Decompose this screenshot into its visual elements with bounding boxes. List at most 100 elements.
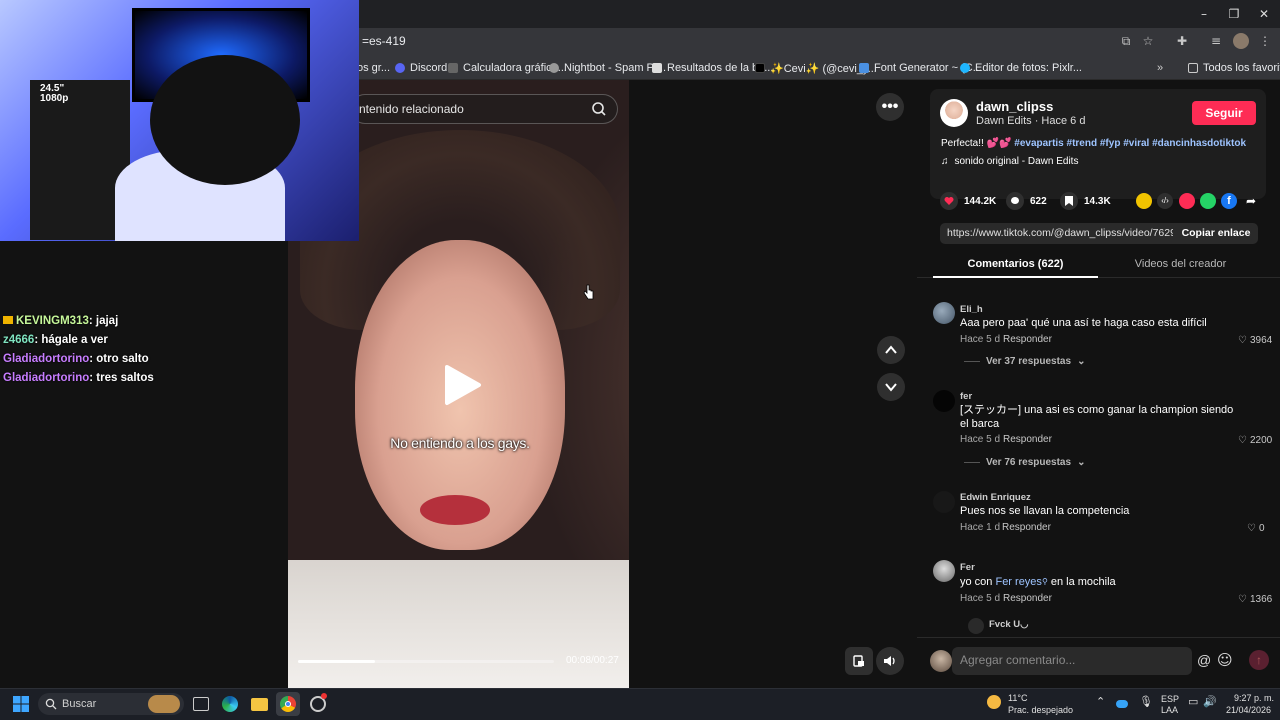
- heart-outline-icon[interactable]: ♡: [1238, 594, 1247, 605]
- embed-icon[interactable]: ‹/›: [1157, 193, 1173, 209]
- task-view-icon[interactable]: [193, 697, 209, 711]
- mention-icon[interactable]: @: [1197, 652, 1211, 668]
- play-icon[interactable]: [441, 364, 483, 406]
- address-bar-url[interactable]: =es-419: [362, 34, 406, 48]
- taskbar-search[interactable]: Buscar: [38, 693, 184, 715]
- share-arrow-icon[interactable]: ➦: [1243, 193, 1259, 209]
- comment-like[interactable]: ♡ 2200: [1238, 435, 1272, 446]
- bookmark-item[interactable]: os gr...: [357, 60, 390, 76]
- ellipsis-icon: •••: [881, 98, 899, 115]
- language-code[interactable]: ESP: [1161, 694, 1179, 705]
- tab-comments[interactable]: Comentarios (622): [933, 258, 1098, 278]
- file-explorer-icon[interactable]: [251, 698, 268, 711]
- whatsapp-icon[interactable]: [1200, 193, 1216, 209]
- view-replies-button[interactable]: Ver 37 respuestas ⌄: [964, 356, 1085, 367]
- comment-avatar[interactable]: [933, 491, 955, 513]
- chat-username: Gladiadortorino: [3, 353, 90, 365]
- floating-player-button[interactable]: [845, 647, 873, 675]
- more-options-button[interactable]: •••: [876, 93, 904, 121]
- edge-icon[interactable]: [222, 696, 238, 712]
- comment-icon[interactable]: [1006, 192, 1024, 210]
- search-icon[interactable]: [591, 101, 607, 117]
- bookmark-item[interactable]: Editor de fotos: Pixlr...: [960, 60, 1082, 76]
- minimize-button[interactable]: –: [1196, 6, 1212, 22]
- video-link-url[interactable]: https://www.tiktok.com/@dawn_clipss/vide…: [947, 227, 1173, 239]
- send-to-friends-icon[interactable]: [1179, 193, 1195, 209]
- related-search-box[interactable]: ntenido relacionado: [350, 94, 618, 124]
- author-avatar[interactable]: [940, 99, 968, 127]
- network-icon[interactable]: ▭: [1188, 697, 1198, 708]
- bookmark-item[interactable]: Nightbot - Spam Pr...: [549, 60, 666, 76]
- comment-stat[interactable]: 622: [1006, 192, 1047, 210]
- mention-link[interactable]: Fer reyes: [995, 576, 1041, 588]
- bookmark-star-icon[interactable]: ☆: [1140, 33, 1156, 49]
- copy-link-button[interactable]: Copiar enlace: [1174, 223, 1258, 244]
- tab-creator-videos[interactable]: Videos del creador: [1098, 258, 1263, 278]
- weather-temp[interactable]: 11°C: [1008, 693, 1027, 704]
- maximize-button[interactable]: ❐: [1226, 6, 1242, 22]
- speaker-icon[interactable]: 🔊: [1203, 697, 1217, 708]
- nightbot-icon: [549, 63, 559, 73]
- onedrive-icon[interactable]: [1116, 700, 1128, 708]
- chrome-taskbar-button[interactable]: [276, 692, 300, 716]
- bookmark-icon[interactable]: [1060, 192, 1078, 210]
- keyboard-layout[interactable]: LAA: [1161, 705, 1178, 716]
- like-stat[interactable]: 144.2K: [940, 192, 996, 210]
- crown-badge-icon: [3, 316, 13, 324]
- chat-message: z4666: hágale a ver: [0, 331, 285, 350]
- reply-username[interactable]: Fvck U◡: [989, 619, 1028, 630]
- heart-icon[interactable]: [940, 192, 958, 210]
- bookmark-item-discord[interactable]: Discord: [395, 60, 447, 76]
- sound-link[interactable]: ♫ sonido original - Dawn Edits: [941, 156, 1078, 167]
- heart-outline-icon[interactable]: ♡: [1247, 523, 1256, 534]
- description-text: Perfecta!! 💕💕: [941, 138, 1015, 149]
- previous-video-button[interactable]: [877, 336, 905, 364]
- save-stat[interactable]: 14.3K: [1060, 192, 1111, 210]
- send-comment-button[interactable]: ↑: [1249, 650, 1269, 670]
- hashtag-links[interactable]: #evapartis #trend #fyp #viral #dancinhas…: [1014, 138, 1246, 149]
- next-video-button[interactable]: [877, 373, 905, 401]
- comment-text: [ステッカー] una asi es como ganar la champio…: [960, 404, 1234, 430]
- windows-start-icon[interactable]: [13, 696, 29, 712]
- comment-username[interactable]: fer: [960, 391, 972, 402]
- comment-username[interactable]: Edwin Enriquez: [960, 492, 1031, 503]
- weather-desc[interactable]: Prac. despejado: [1008, 705, 1073, 716]
- comment-avatar[interactable]: [933, 560, 955, 582]
- more-bookmarks-icon[interactable]: »: [1157, 60, 1163, 76]
- follow-button[interactable]: Seguir: [1192, 101, 1256, 125]
- repost-icon[interactable]: [1136, 193, 1152, 209]
- view-replies-button[interactable]: Ver 76 respuestas ⌄: [964, 457, 1085, 468]
- comment-username[interactable]: Fer: [960, 562, 975, 573]
- emoji-icon[interactable]: ☺: [1217, 651, 1233, 669]
- reply-avatar[interactable]: [968, 618, 984, 634]
- heart-outline-icon[interactable]: ♡: [1238, 335, 1247, 346]
- obs-icon[interactable]: [310, 693, 327, 712]
- media-controls-icon[interactable]: ≡: [1208, 33, 1224, 49]
- comment-like[interactable]: ♡ 1366: [1238, 594, 1272, 605]
- comment-like[interactable]: ♡ 3964: [1238, 335, 1272, 346]
- facebook-icon[interactable]: f: [1221, 193, 1237, 209]
- comment-username[interactable]: Eli_h: [960, 304, 983, 315]
- comment-avatar[interactable]: [933, 302, 955, 324]
- close-button[interactable]: ✕: [1256, 6, 1272, 22]
- comment-like[interactable]: ♡ 0: [1247, 523, 1265, 534]
- browser-menu-icon[interactable]: ⋮: [1257, 33, 1273, 49]
- volume-button[interactable]: [876, 647, 904, 675]
- reply-button[interactable]: Responder: [1003, 334, 1052, 345]
- my-avatar[interactable]: [930, 650, 952, 672]
- comment-avatar[interactable]: [933, 390, 955, 412]
- heart-outline-icon[interactable]: ♡: [1238, 435, 1247, 446]
- reply-button[interactable]: Responder: [1003, 593, 1052, 604]
- clock-date[interactable]: 21/04/2026: [1226, 705, 1271, 716]
- microphone-icon[interactable]: 🎙: [1139, 697, 1153, 708]
- install-app-icon[interactable]: ⧉: [1118, 33, 1134, 49]
- all-bookmarks[interactable]: Todos los favoritos: [1188, 60, 1280, 76]
- tray-overflow-icon[interactable]: ⌃: [1096, 697, 1105, 708]
- clock-time[interactable]: 9:27 p. m.: [1234, 693, 1274, 704]
- reply-button[interactable]: Responder: [1002, 522, 1051, 533]
- reply-button[interactable]: Responder: [1003, 434, 1052, 445]
- weather-sun-icon[interactable]: [987, 695, 1001, 709]
- author-username[interactable]: dawn_clipss: [976, 99, 1053, 114]
- profile-avatar[interactable]: [1233, 33, 1249, 49]
- extensions-icon[interactable]: ✚: [1174, 33, 1190, 49]
